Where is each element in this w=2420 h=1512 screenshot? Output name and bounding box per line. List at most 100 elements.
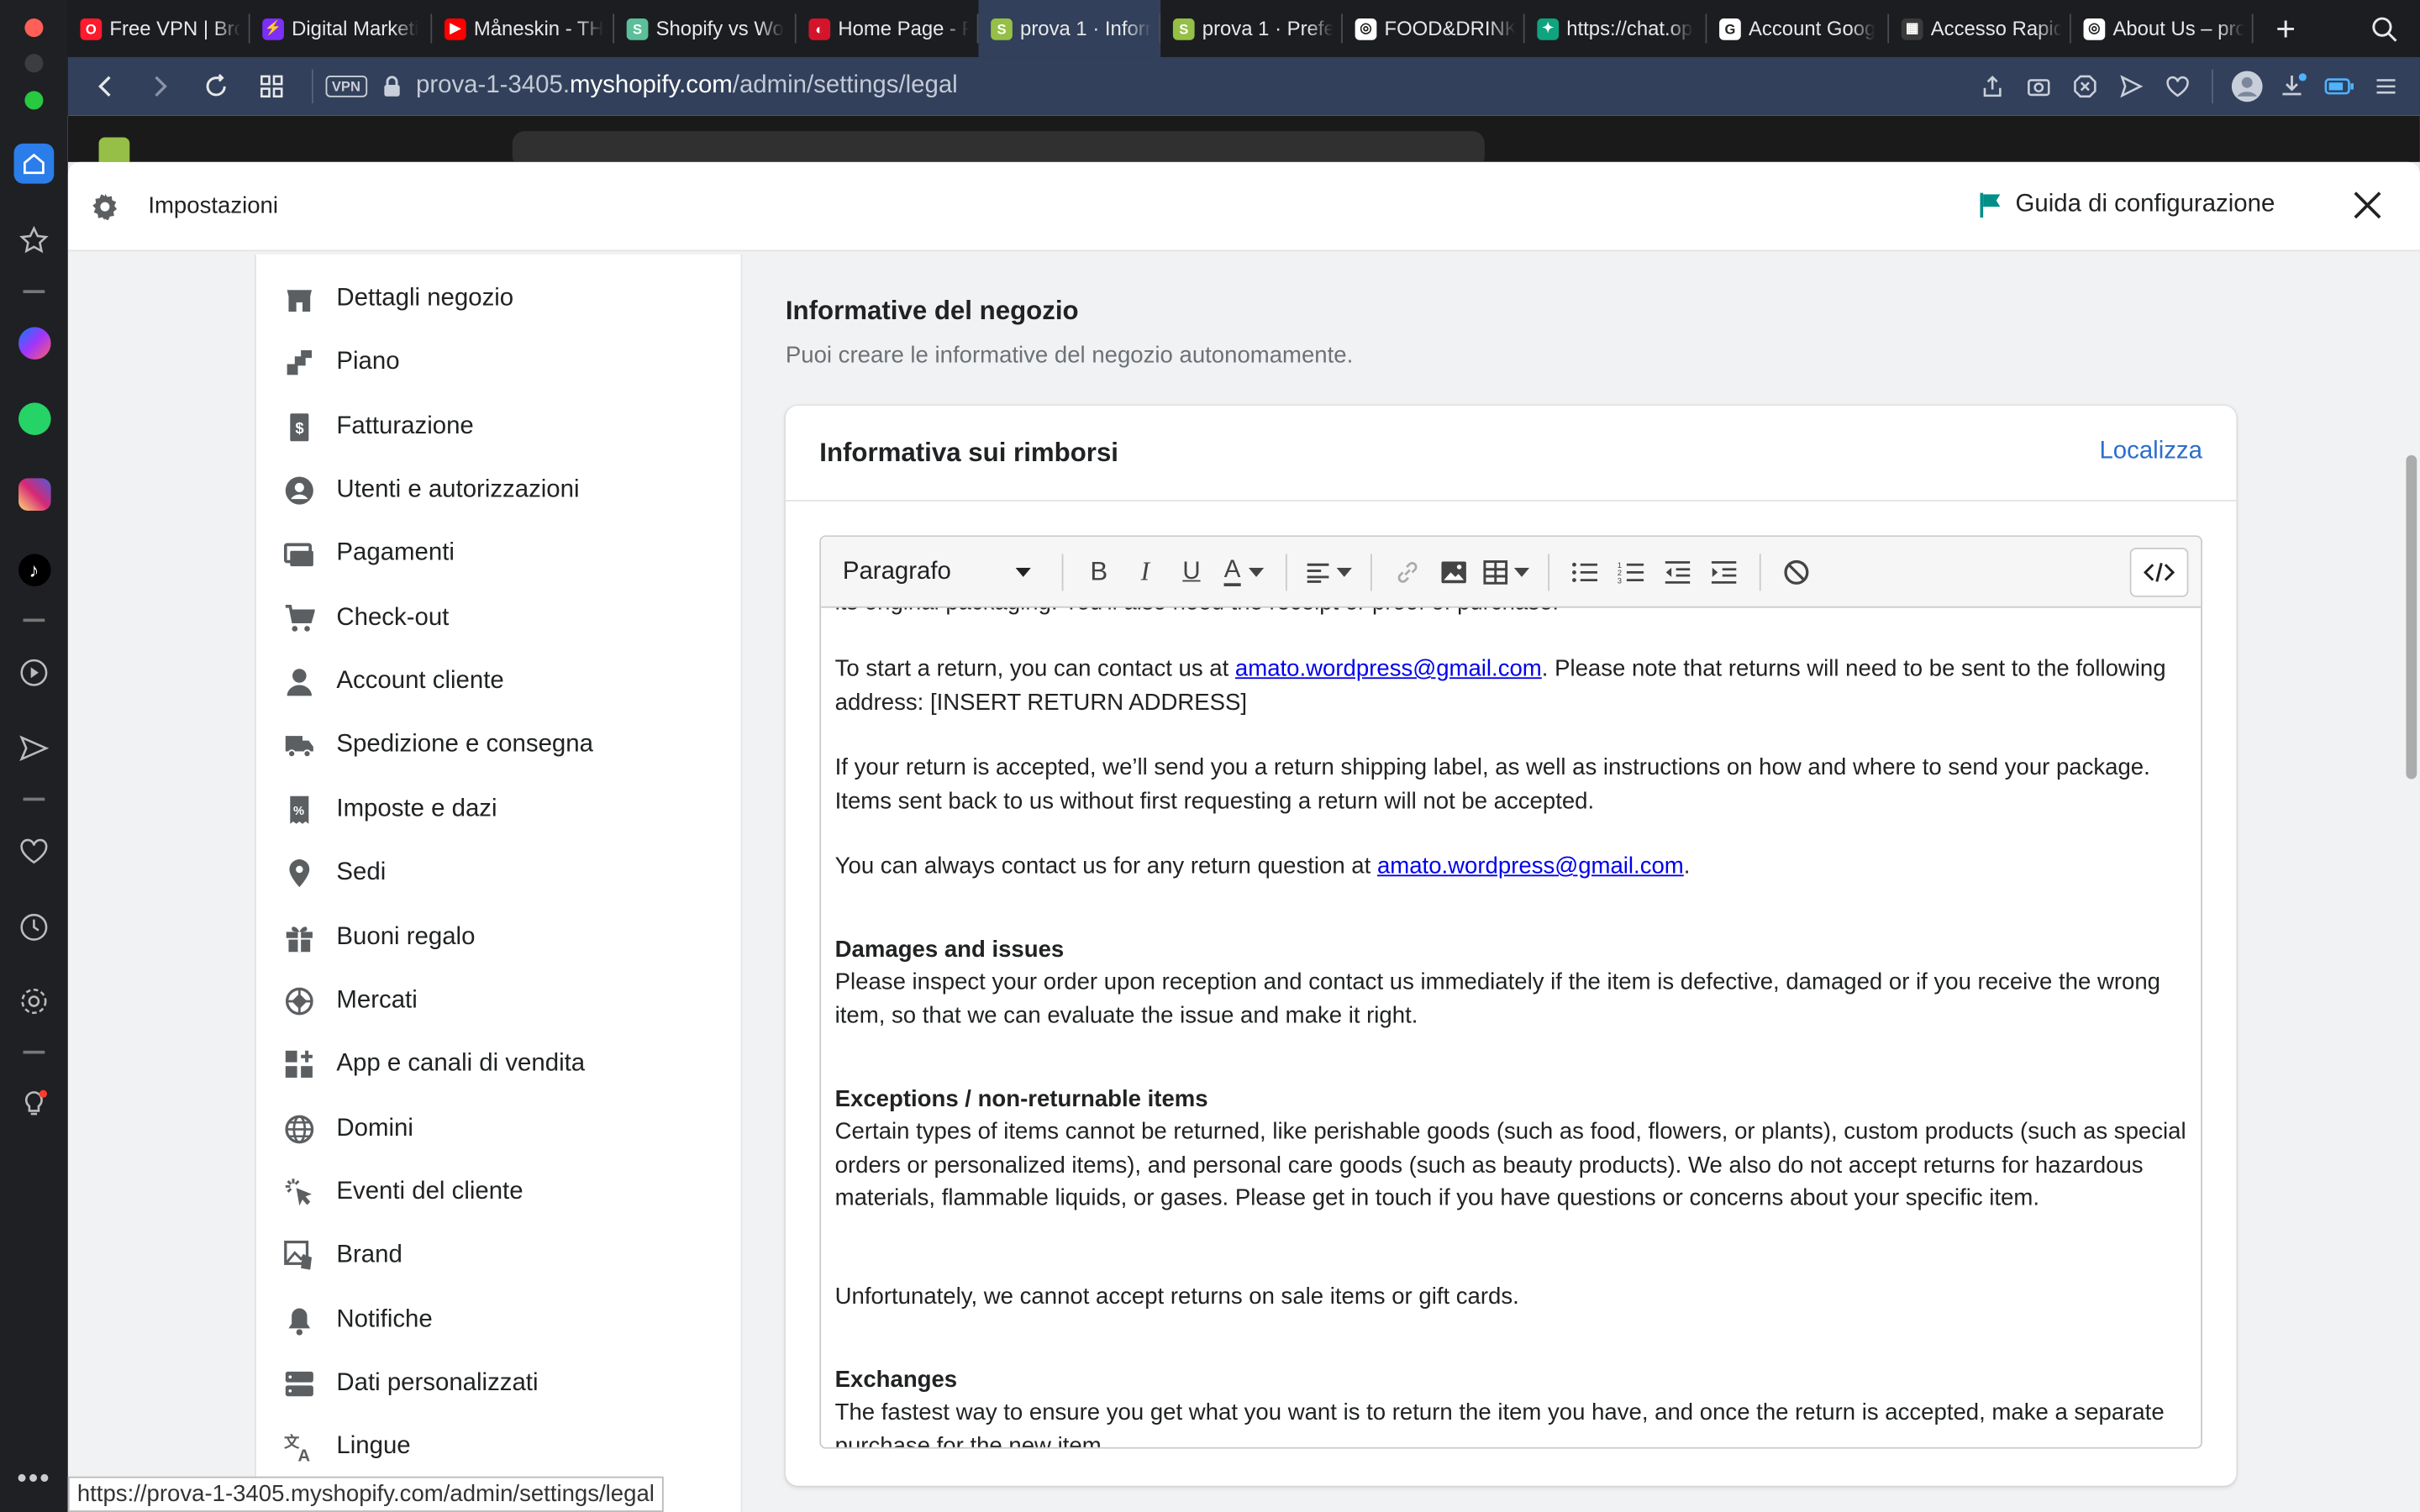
- home-icon[interactable]: [13, 143, 55, 184]
- camera-icon[interactable]: [2018, 57, 2060, 116]
- bullet-list-icon[interactable]: [1562, 549, 1608, 595]
- html-code-button[interactable]: [2129, 548, 2189, 597]
- bold-icon[interactable]: B: [1076, 549, 1122, 595]
- clear-formatting-icon[interactable]: [1773, 549, 1819, 595]
- section-title: Informative del negozio: [785, 296, 1079, 326]
- share-icon[interactable]: [1970, 57, 2013, 116]
- italic-icon[interactable]: I: [1122, 549, 1168, 595]
- nav-item[interactable]: % Imposte e dazi: [282, 786, 497, 832]
- nav-item[interactable]: Sedi: [282, 850, 386, 896]
- setup-guide-button[interactable]: Guida di configurazione: [1978, 192, 2275, 219]
- browser-sidebar: ♪ •••: [0, 0, 68, 1512]
- close-modal-button[interactable]: [2352, 190, 2383, 221]
- nav-item[interactable]: $ Fatturazione: [282, 404, 474, 450]
- user-circle-icon: [282, 474, 316, 507]
- window-minimize-dot[interactable]: [15, 45, 52, 81]
- history-icon[interactable]: [15, 909, 52, 946]
- forward-button[interactable]: [133, 57, 188, 116]
- nav-item[interactable]: Brand: [282, 1233, 402, 1279]
- back-button[interactable]: [77, 57, 133, 116]
- numbered-list-icon[interactable]: 123: [1608, 549, 1655, 595]
- email-link[interactable]: amato.wordpress@gmail.com: [1235, 656, 1542, 682]
- heart-icon[interactable]: [15, 833, 52, 870]
- nav-item[interactable]: 文 A Lingue: [282, 1425, 411, 1471]
- downloads-icon[interactable]: [2272, 57, 2315, 116]
- editor-content[interactable]: its original packaging. You'll also need…: [821, 608, 2201, 1447]
- nav-item[interactable]: Eventi del cliente: [282, 1169, 523, 1215]
- easy-setup-icon[interactable]: [2365, 57, 2407, 116]
- payments-icon: [282, 538, 316, 571]
- browser-tab[interactable]: Sprova 1 · Prefe: [1160, 0, 1343, 57]
- send-icon[interactable]: [15, 730, 52, 767]
- indent-icon[interactable]: [1701, 549, 1747, 595]
- browser-toolbar: VPN prova-1-3405.myshopify.com/admin/set…: [67, 56, 2420, 116]
- page-scrollbar[interactable]: [2406, 454, 2417, 780]
- messenger-icon[interactable]: [15, 324, 52, 361]
- browser-tab[interactable]: ▦ Accesso Rapid: [1889, 0, 2071, 57]
- nav-item-label: App e canali di vendita: [336, 1051, 586, 1078]
- browser-tab[interactable]: ⚡ Digital Marketi: [250, 0, 433, 57]
- heading: Exchanges: [834, 1367, 958, 1394]
- settings-nav: Dettagli negozio Piano $ Fatturazione Utenti…: [255, 255, 743, 1512]
- browser-tab[interactable]: ◎ About Us – pro: [2071, 0, 2254, 57]
- whatsapp-icon[interactable]: [15, 400, 52, 437]
- nav-item[interactable]: App e canali di vendita: [282, 1042, 585, 1088]
- battery-icon[interactable]: [2318, 57, 2361, 116]
- language-icon: 文A: [282, 1431, 316, 1464]
- localize-link[interactable]: Localizza: [2099, 438, 2202, 466]
- lightbulb-icon[interactable]: [15, 1086, 52, 1123]
- address-bar[interactable]: prova-1-3405.myshopify.com/admin/setting…: [416, 72, 958, 100]
- browser-tab[interactable]: ◎ FOOD&DRINK: [1343, 0, 1525, 57]
- browser-tab[interactable]: ✦ https://chat.op: [1525, 0, 1707, 57]
- tab-search-icon[interactable]: [2370, 15, 2398, 43]
- browser-tab[interactable]: G Account Goog: [1707, 0, 1890, 57]
- bookmark-heart-icon[interactable]: [2156, 57, 2199, 116]
- email-link[interactable]: amato.wordpress@gmail.com: [1377, 853, 1684, 879]
- instagram-icon[interactable]: [15, 475, 52, 512]
- nav-item[interactable]: Domini: [282, 1105, 413, 1152]
- browser-tab[interactable]: ▶ Måneskin - TH: [432, 0, 615, 57]
- tab-title: prova 1 · Inforn: [1020, 17, 1152, 40]
- send-tab-icon[interactable]: [2110, 57, 2153, 116]
- vpn-badge[interactable]: VPN: [325, 75, 367, 97]
- tabs-grid-icon[interactable]: [244, 57, 299, 116]
- nav-item[interactable]: Dettagli negozio: [282, 276, 513, 323]
- image-icon[interactable]: [1431, 549, 1477, 595]
- nav-item[interactable]: Notifiche: [282, 1297, 433, 1343]
- lock-icon[interactable]: [382, 76, 401, 97]
- adblock-icon[interactable]: [2064, 57, 2107, 116]
- settings-icon[interactable]: [15, 983, 52, 1020]
- browser-tab[interactable]: Sprova 1 · Inforn: [978, 0, 1161, 57]
- align-icon[interactable]: [1300, 549, 1359, 595]
- window-close-dot[interactable]: [15, 9, 52, 46]
- nav-item[interactable]: Check-out: [282, 596, 449, 642]
- more-icon[interactable]: •••: [15, 1460, 52, 1497]
- text-color-icon[interactable]: A: [1214, 549, 1273, 595]
- rich-text-editor: Paragrafo B I U A 1 2 3 To start a retur…: [819, 535, 2202, 1449]
- table-icon[interactable]: [1477, 549, 1536, 595]
- reload-button[interactable]: [188, 57, 244, 116]
- profile-avatar-icon[interactable]: [2226, 57, 2269, 116]
- svg-text:%: %: [293, 804, 304, 817]
- nav-item[interactable]: Dati personalizzati: [282, 1361, 539, 1407]
- format-select[interactable]: Paragrafo: [843, 558, 1031, 585]
- nav-item[interactable]: Pagamenti: [282, 532, 455, 578]
- nav-item[interactable]: Buoni regalo: [282, 914, 475, 960]
- nav-item[interactable]: Spedizione e consegna: [282, 722, 593, 769]
- nav-item-label: Piano: [336, 349, 400, 375]
- outdent-icon[interactable]: [1655, 549, 1701, 595]
- link-icon[interactable]: [1385, 549, 1431, 595]
- browser-tab[interactable]: O Free VPN | Bro: [68, 0, 250, 57]
- nav-item[interactable]: Piano: [282, 340, 400, 386]
- underline-icon[interactable]: U: [1168, 549, 1214, 595]
- speed-dial-icon[interactable]: [15, 222, 52, 259]
- browser-tab[interactable]: ◐ Home Page - F: [797, 0, 979, 57]
- nav-item[interactable]: Utenti e autorizzazioni: [282, 468, 580, 514]
- tiktok-icon[interactable]: ♪: [15, 551, 52, 588]
- nav-item[interactable]: Mercati: [282, 978, 418, 1024]
- nav-item[interactable]: Account cliente: [282, 659, 504, 705]
- player-icon[interactable]: [15, 654, 52, 691]
- window-zoom-dot[interactable]: [15, 81, 52, 118]
- browser-tab[interactable]: S Shopify vs Wo: [614, 0, 797, 57]
- new-tab-button[interactable]: +: [2265, 8, 2306, 49]
